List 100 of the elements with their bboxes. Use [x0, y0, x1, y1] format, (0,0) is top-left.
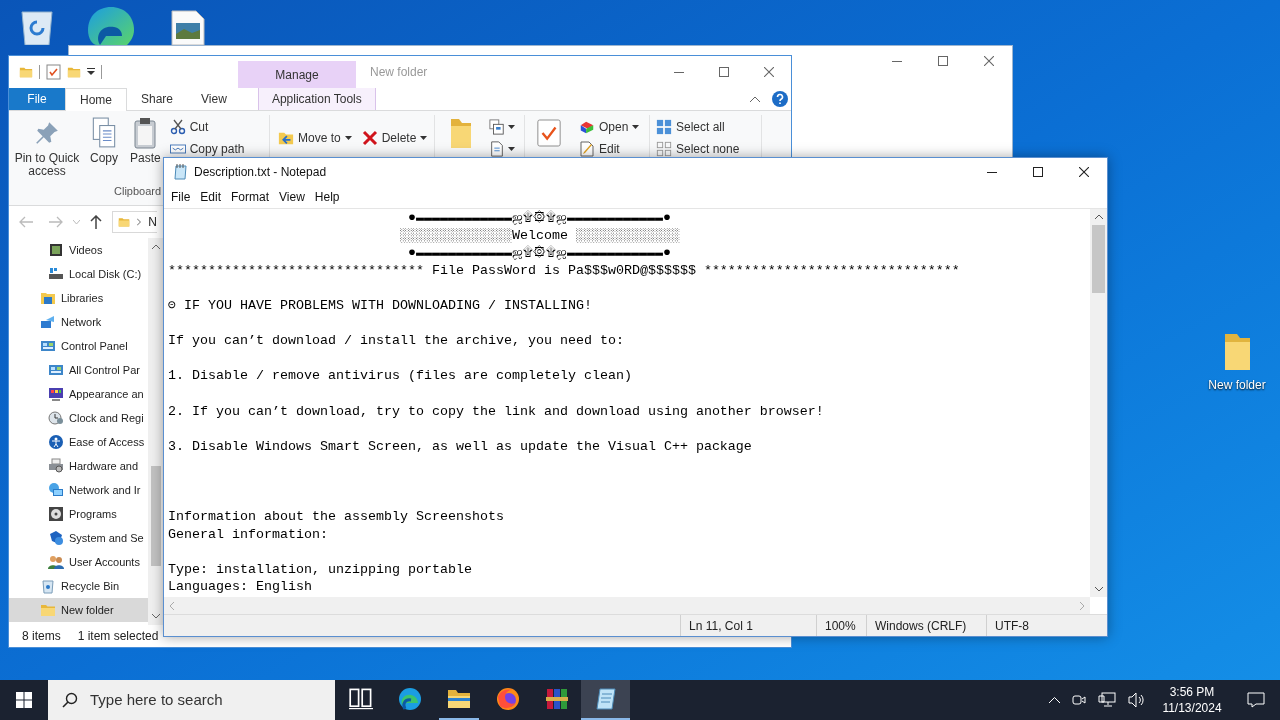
nav-tree-item[interactable]: Control Panel — [9, 334, 148, 358]
caret-icon — [344, 136, 352, 140]
ribbon-button[interactable]: Select none — [656, 139, 740, 159]
address-bar[interactable]: N — [112, 211, 157, 233]
network-icon — [40, 314, 56, 330]
text-line: ●▬▬▬▬▬▬▬▬▬▬▬▬ஜ۩۞۩ஜ▬▬▬▬▬▬▬▬▬▬▬▬● — [407, 210, 671, 225]
folder-icon — [1222, 332, 1252, 372]
text-line: General information: — [168, 526, 328, 542]
dropdown-icon[interactable] — [87, 68, 95, 76]
windows-logo-icon[interactable] — [16, 692, 32, 708]
search-box[interactable]: Type here to search — [48, 680, 335, 720]
new-item-button[interactable] — [489, 117, 515, 137]
menu-item[interactable]: View — [274, 188, 310, 206]
scroll-up-icon[interactable] — [152, 244, 160, 249]
file-tab[interactable]: File — [9, 88, 65, 110]
ribbon-button[interactable]: Cut — [169, 117, 245, 137]
scroll-down-icon[interactable] — [1094, 587, 1103, 592]
film-icon — [48, 242, 64, 258]
menu-item[interactable]: File — [166, 188, 196, 206]
menu-item[interactable]: Edit — [195, 188, 227, 206]
camera-icon[interactable] — [1072, 693, 1086, 707]
chevron-icon — [137, 218, 142, 226]
scroll-up-icon[interactable] — [1094, 214, 1103, 219]
nav-tree-item[interactable]: Network and Ir — [9, 478, 148, 502]
status-text: 1 item selected — [77, 628, 159, 645]
network-icon[interactable] — [1098, 692, 1116, 708]
text-line: 3. Disable Windows Smart Screen, as well as update the Visual C++ package — [168, 438, 752, 454]
text-line: Languages: English — [168, 579, 312, 595]
library-icon — [40, 290, 56, 306]
nav-tree-item[interactable]: Clock and Regi — [9, 406, 148, 430]
taskbar-button[interactable] — [581, 680, 630, 720]
delete-icon — [361, 130, 378, 146]
ribbon-tab[interactable]: Application Tools — [257, 88, 376, 110]
notepad-icon — [593, 687, 618, 711]
ribbon-button[interactable]: Select all — [656, 117, 740, 137]
nav-tree-item[interactable]: Network — [9, 310, 148, 334]
close-icon[interactable] — [1079, 167, 1089, 177]
volume-icon[interactable] — [1128, 692, 1146, 708]
menu-item[interactable]: Help — [309, 188, 345, 206]
clock[interactable]: 3:56 PM 11/13/2024 — [1152, 680, 1232, 720]
menu-item[interactable]: Format — [226, 188, 275, 206]
recycle-bin-icon — [40, 578, 56, 594]
nav-tree-item[interactable]: Videos — [9, 238, 148, 262]
text-line: Type: installation, unzipping portable — [168, 561, 472, 577]
status-text: Windows (CRLF) — [875, 617, 967, 635]
collapse-ribbon-icon[interactable] — [750, 96, 760, 102]
ribbon-button[interactable]: Edit — [579, 139, 640, 159]
window-title: New folder — [370, 64, 428, 81]
chevron-up-icon[interactable] — [1049, 697, 1060, 703]
nav-tree-item[interactable]: System and Se — [9, 526, 148, 550]
folder-arrow-icon — [278, 130, 294, 146]
properties-icon[interactable] — [46, 64, 61, 80]
properties-icon — [536, 117, 562, 149]
text-line: ░░░░░░░░░░░░░░Welcome ░░░░░░░░░░░░░ — [399, 227, 680, 243]
ribbon-group-label: Clipboard — [114, 184, 162, 199]
nav-tree-item[interactable]: User Accounts — [9, 550, 148, 574]
ribbon-tab[interactable]: View — [187, 88, 241, 110]
context-tab-group-header: Manage — [238, 61, 356, 88]
accessibility-icon — [48, 434, 64, 450]
ribbon-button[interactable]: Paste — [127, 117, 164, 165]
nav-tree-item[interactable]: Ease of Access — [9, 430, 148, 454]
drive-icon — [48, 266, 64, 282]
nav-tree-item[interactable]: All Control Par — [9, 358, 148, 382]
nav-tree-item[interactable]: Libraries — [9, 286, 148, 310]
text-line: ●▬▬▬▬▬▬▬▬▬▬▬▬ஜ۩۞۩ஜ▬▬▬▬▬▬▬▬▬▬▬▬● — [407, 245, 671, 261]
nav-tree-item[interactable]: Appearance an — [9, 382, 148, 406]
nav-tree-item[interactable]: Local Disk (C:) — [9, 262, 148, 286]
help-icon[interactable] — [772, 91, 788, 107]
globe-monitor-icon — [48, 482, 64, 498]
minimize-icon[interactable] — [987, 171, 997, 173]
ribbon-button[interactable]: Copy — [87, 117, 121, 165]
ribbon-button[interactable]: Copy path — [169, 139, 245, 159]
nav-tree-item[interactable]: Programs — [9, 502, 148, 526]
status-text: 100% — [825, 617, 856, 635]
caret-icon — [632, 125, 640, 129]
breadcrumb-item[interactable]: N — [148, 213, 157, 231]
text-line: ⊝ IF YOU HAVE PROBLEMS WITH DOWNLOADING / INSTALLING! — [168, 297, 592, 313]
search-icon — [62, 692, 78, 708]
maximize-icon[interactable] — [1033, 167, 1043, 177]
ribbon-button[interactable]: Pin to Quick access — [13, 117, 81, 178]
window-title: Description.txt - Notepad — [194, 164, 327, 181]
notification-icon[interactable] — [1247, 692, 1265, 708]
scrollbar-thumb[interactable] — [151, 466, 161, 566]
clock-icon — [48, 410, 64, 426]
scissors-icon — [169, 119, 186, 135]
scroll-down-icon[interactable] — [152, 614, 160, 619]
nav-tree-item[interactable]: New folder — [9, 598, 148, 622]
ribbon-tab[interactable]: Share — [127, 88, 188, 110]
caret-icon — [508, 147, 515, 151]
ribbon-tab[interactable]: Home — [65, 88, 127, 111]
ribbon-button[interactable]: Delete — [361, 128, 428, 148]
ribbon-button[interactable]: Move to — [278, 128, 352, 148]
nav-tree-item[interactable]: Hardware and — [9, 454, 148, 478]
nav-tree-item[interactable]: Recycle Bin — [9, 574, 148, 598]
up-icon[interactable] — [90, 215, 102, 229]
search-field[interactable]: Type here to search — [90, 688, 335, 712]
scrollbar-thumb[interactable] — [1092, 225, 1105, 293]
document-button[interactable] — [489, 139, 515, 159]
status-text: UTF-8 — [995, 617, 1029, 635]
ribbon-button[interactable]: Open — [579, 117, 640, 137]
